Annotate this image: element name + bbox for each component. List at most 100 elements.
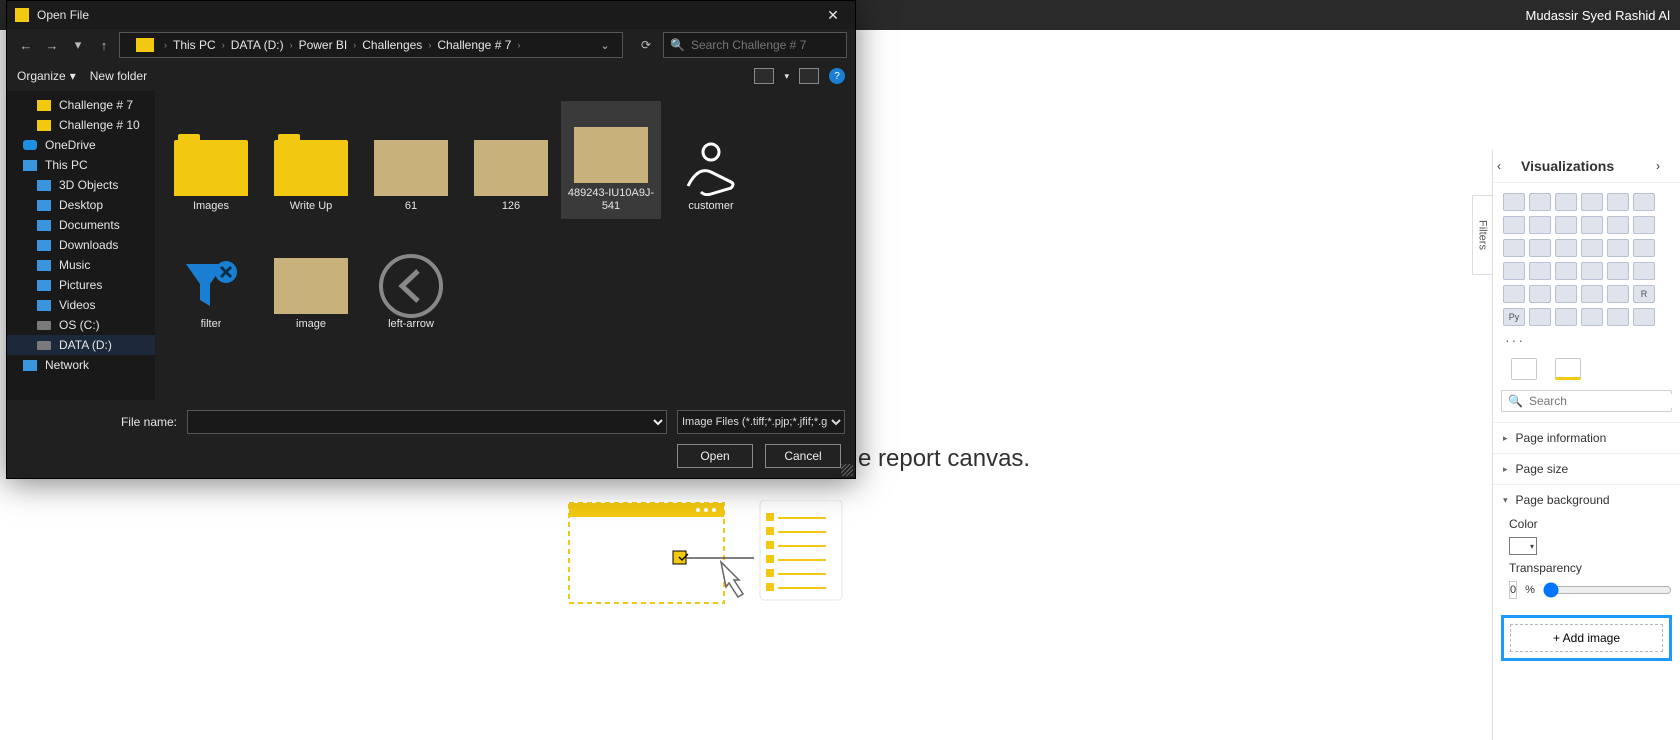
file-item[interactable]: 126 [461,101,561,219]
filetype-filter[interactable]: Image Files (*.tiff;*.pjp;*.jfif;*.gi [677,410,845,434]
file-item[interactable]: Write Up [261,101,361,219]
viz-type-icon[interactable] [1503,285,1525,303]
section-page-background[interactable]: ▸ Page background [1493,484,1680,515]
breadcrumb[interactable]: › This PC › DATA (D:) › Power BI › Chall… [119,32,623,58]
viz-type-icon[interactable] [1555,285,1577,303]
breadcrumb-item[interactable]: DATA (D:) [231,38,284,52]
bg-transparency-value[interactable]: 0 [1509,581,1517,599]
viz-type-icon[interactable] [1633,193,1655,211]
tree-item[interactable]: Videos [7,295,155,315]
viz-type-icon[interactable] [1607,239,1629,257]
add-image-button[interactable]: + Add image [1510,624,1663,652]
viz-type-icon[interactable] [1581,193,1603,211]
file-item[interactable]: customer [661,101,761,219]
tree-item[interactable]: Challenge # 10 [7,115,155,135]
tree-item[interactable]: Documents [7,215,155,235]
section-page-information[interactable]: ▸ Page information [1493,422,1680,453]
tree-item[interactable]: Pictures [7,275,155,295]
viz-type-icon[interactable] [1529,216,1551,234]
viz-type-icon[interactable] [1503,262,1525,280]
viz-type-icon[interactable] [1503,239,1525,257]
filters-pane-tab[interactable]: Filters [1472,195,1492,275]
viz-type-r[interactable]: R [1633,285,1655,303]
tree-item[interactable]: Network [7,355,155,375]
viz-type-icon[interactable] [1581,262,1603,280]
breadcrumb-item[interactable]: Challenges [362,38,422,52]
cancel-button[interactable]: Cancel [765,444,841,468]
tree-item[interactable]: Music [7,255,155,275]
filename-input[interactable] [187,410,667,434]
tree-item[interactable]: OS (C:) [7,315,155,335]
dialog-search-input[interactable] [691,38,846,52]
chevron-down-icon[interactable]: ▾ [784,71,789,82]
refresh-button[interactable]: ⟳ [633,32,659,58]
viz-type-icon[interactable] [1529,262,1551,280]
viz-type-icon[interactable] [1555,262,1577,280]
preview-pane-button[interactable] [799,68,819,84]
tree-item[interactable]: This PC [7,155,155,175]
viz-search-input[interactable] [1529,394,1680,408]
resize-grip-icon[interactable] [841,464,853,476]
viz-type-icon[interactable] [1529,193,1551,211]
file-item[interactable]: filter [161,219,261,337]
viz-type-py[interactable]: Py [1503,308,1525,326]
tree-item[interactable]: Downloads [7,235,155,255]
organize-button[interactable]: Organize ▾ [17,69,76,83]
file-item[interactable]: 489243-IU10A9J-541 [561,101,661,219]
file-item[interactable]: image [261,219,361,337]
viz-type-icon[interactable] [1633,308,1655,326]
tree-item[interactable]: Desktop [7,195,155,215]
viz-type-icon[interactable] [1503,193,1525,211]
viz-more-icon[interactable]: ··· [1493,332,1680,348]
viz-collapse-left-icon[interactable]: ‹ [1497,159,1511,173]
viz-type-icon[interactable] [1529,239,1551,257]
file-item[interactable]: Images [161,101,261,219]
viz-type-icon[interactable] [1555,216,1577,234]
breadcrumb-item[interactable]: Power BI [299,38,348,52]
viz-type-icon[interactable] [1581,285,1603,303]
viz-type-icon[interactable] [1503,216,1525,234]
viz-search[interactable]: 🔍 [1501,390,1672,412]
tree-item[interactable]: OneDrive [7,135,155,155]
viz-type-icon[interactable] [1607,193,1629,211]
viz-type-icon[interactable] [1555,239,1577,257]
recent-dropdown-icon[interactable]: ▾ [67,34,89,56]
breadcrumb-item[interactable]: This PC [173,38,216,52]
nav-tree[interactable]: Challenge # 7Challenge # 10OneDriveThis … [7,91,155,400]
open-button[interactable]: Open [677,444,753,468]
bg-transparency-slider[interactable] [1543,582,1672,598]
back-button[interactable]: ← [15,34,37,56]
viz-type-icon[interactable] [1529,308,1551,326]
breadcrumb-item[interactable]: Challenge # 7 [437,38,511,52]
viz-type-icon[interactable] [1581,239,1603,257]
viz-type-icon[interactable] [1633,216,1655,234]
section-page-size[interactable]: ▸ Page size [1493,453,1680,484]
file-grid[interactable]: ImagesWrite Up61126489243-IU10A9J-541cus… [155,91,855,400]
tree-item[interactable]: Challenge # 7 [7,95,155,115]
viz-type-icon[interactable] [1607,216,1629,234]
viz-type-icon[interactable] [1555,308,1577,326]
viz-type-icon[interactable] [1607,262,1629,280]
format-tab-icon[interactable] [1555,358,1581,380]
dialog-search[interactable]: 🔍 [663,32,847,58]
close-icon[interactable]: ✕ [815,1,851,29]
viz-type-icon[interactable] [1555,193,1577,211]
viz-type-icon[interactable] [1581,308,1603,326]
view-mode-button[interactable] [754,68,774,84]
breadcrumb-dropdown-icon[interactable]: ⌄ [596,39,614,52]
tree-item[interactable]: DATA (D:) [7,335,155,355]
viz-type-icon[interactable] [1633,239,1655,257]
forward-button[interactable]: → [41,34,63,56]
viz-collapse-right-icon[interactable]: › [1656,159,1670,173]
up-button[interactable]: ↑ [93,34,115,56]
new-folder-button[interactable]: New folder [90,69,147,83]
viz-type-icon[interactable] [1607,285,1629,303]
viz-type-icon[interactable] [1581,216,1603,234]
fields-tab-icon[interactable] [1511,358,1537,380]
file-item[interactable]: 61 [361,101,461,219]
file-item[interactable]: left-arrow [361,219,461,337]
viz-type-icon[interactable] [1633,262,1655,280]
help-icon[interactable]: ? [829,68,845,84]
tree-item[interactable]: 3D Objects [7,175,155,195]
viz-type-icon[interactable] [1607,308,1629,326]
